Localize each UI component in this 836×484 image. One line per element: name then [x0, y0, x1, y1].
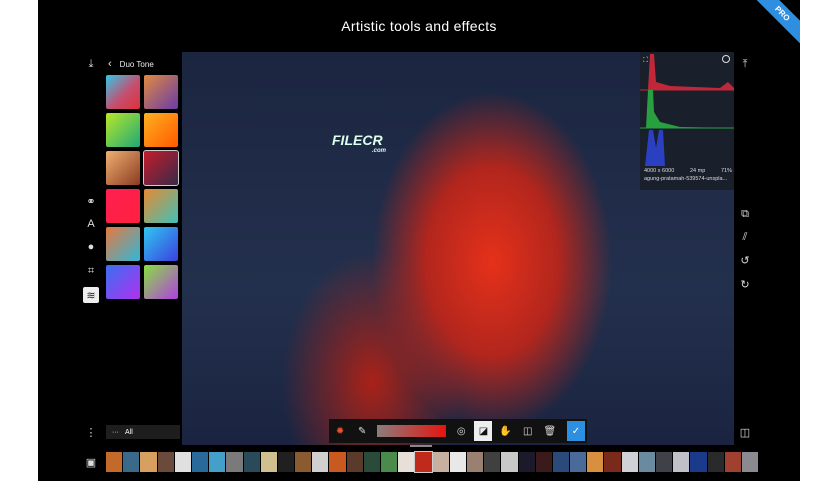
trash-icon[interactable]: 🗑 — [541, 421, 559, 441]
film-thumbnail[interactable] — [106, 452, 123, 472]
film-thumbnail[interactable] — [552, 452, 570, 472]
drag-handle[interactable] — [410, 445, 432, 447]
mask-icon[interactable]: ● — [84, 240, 98, 254]
histogram-blue — [645, 130, 665, 166]
brush-icon[interactable]: ✎ — [353, 421, 371, 441]
text-icon[interactable]: A — [84, 217, 98, 231]
mirror-icon[interactable]: ◫ — [519, 421, 537, 441]
filter-label: All — [125, 428, 133, 436]
film-thumbnail[interactable] — [398, 452, 415, 472]
split-view-icon[interactable]: ◫ — [738, 425, 752, 439]
filmstrip — [106, 451, 759, 473]
film-thumbnail[interactable] — [432, 452, 449, 472]
film-thumbnail[interactable] — [363, 452, 380, 472]
download-icon[interactable]: ⤓ — [84, 57, 98, 71]
preset-swatch[interactable] — [144, 265, 178, 299]
blend-icon[interactable]: ⚭ — [84, 194, 98, 208]
film-thumbnail[interactable] — [707, 452, 724, 472]
film-thumbnail[interactable] — [174, 452, 191, 472]
crop-icon[interactable]: ⌗ — [84, 264, 98, 278]
preset-swatch[interactable] — [144, 113, 178, 147]
histogram-red — [648, 54, 734, 90]
film-thumbnail[interactable] — [570, 452, 587, 472]
duo-tone-presets — [106, 75, 179, 299]
film-thumbnail[interactable] — [535, 452, 552, 472]
expand-icon: ⛶ — [643, 56, 648, 64]
film-thumbnail[interactable] — [226, 452, 243, 472]
histogram-panel: ⛶ 4000 x 6000 24 mp 71% agung-pratamah-539… — [640, 52, 734, 190]
hand-icon[interactable]: ✋ — [496, 421, 514, 441]
preset-swatch[interactable] — [106, 75, 140, 109]
film-thumbnail[interactable] — [329, 452, 346, 472]
film-thumbnail[interactable] — [604, 452, 621, 472]
panel-title: Duo Tone — [119, 59, 154, 69]
page-title: Artistic tools and effects — [341, 18, 497, 34]
preset-swatch[interactable] — [106, 227, 140, 261]
more-dots-icon: ··· — [112, 428, 119, 436]
film-thumbnail[interactable] — [690, 452, 707, 472]
film-thumbnail[interactable] — [346, 452, 363, 472]
film-thumbnail[interactable] — [414, 451, 433, 473]
film-thumbnail[interactable] — [466, 452, 484, 472]
hatch-icon[interactable]: ⫽ — [738, 230, 752, 244]
intensity-slider[interactable] — [377, 425, 447, 437]
film-thumbnail[interactable] — [484, 452, 501, 472]
info-icon — [722, 55, 730, 63]
invert-icon[interactable]: ◪ — [474, 421, 493, 441]
film-thumbnail[interactable] — [621, 452, 638, 472]
preset-swatch[interactable] — [106, 189, 140, 223]
film-thumbnail[interactable] — [673, 452, 690, 472]
apply-button[interactable]: ✓ — [566, 421, 586, 441]
film-thumbnail[interactable] — [140, 452, 157, 472]
preset-swatch[interactable] — [144, 75, 178, 109]
filename: agung-pratamah-539574-unspla... — [644, 176, 728, 182]
layers-icon[interactable]: ≋ — [83, 287, 99, 303]
share-icon[interactable]: ⤒ — [738, 57, 752, 71]
panel-header: ‹ Duo Tone — [108, 58, 154, 70]
film-thumbnail[interactable] — [295, 452, 312, 472]
film-thumbnail[interactable] — [191, 452, 209, 472]
more-icon[interactable]: ⋮ — [84, 425, 98, 439]
film-thumbnail[interactable] — [638, 452, 655, 472]
preset-swatch[interactable] — [144, 189, 178, 223]
color-icon[interactable]: ✹ — [331, 421, 349, 441]
film-thumbnail[interactable] — [277, 452, 295, 472]
preset-swatch[interactable] — [144, 227, 178, 261]
film-thumbnail[interactable] — [724, 452, 741, 472]
film-thumbnail[interactable] — [381, 452, 398, 472]
histogram-green — [646, 90, 734, 128]
film-thumbnail[interactable] — [243, 452, 260, 472]
app-window: Artistic tools and effects PRO ⤓ ⚭ A ● ⌗… — [38, 0, 800, 481]
image-info: 4000 x 6000 24 mp 71% — [644, 168, 732, 174]
filter-dropdown[interactable]: ··· All — [106, 425, 180, 439]
film-thumbnail[interactable] — [741, 452, 759, 472]
gallery-icon[interactable]: ▣ — [84, 455, 98, 469]
film-thumbnail[interactable] — [449, 452, 466, 472]
film-thumbnail[interactable] — [260, 452, 277, 472]
preset-swatch[interactable] — [143, 150, 179, 186]
film-thumbnail[interactable] — [501, 452, 518, 472]
target-icon[interactable]: ◎ — [452, 421, 470, 441]
film-thumbnail[interactable] — [656, 452, 673, 472]
film-thumbnail[interactable] — [157, 452, 174, 472]
preset-swatch[interactable] — [106, 113, 140, 147]
brush-toolbar: ✹ ✎ ◎ ◪ ✋ ◫ 🗑 ✓ — [329, 419, 587, 443]
preset-swatch[interactable] — [106, 151, 140, 185]
film-thumbnail[interactable] — [587, 452, 604, 472]
film-thumbnail[interactable] — [123, 452, 140, 472]
film-thumbnail[interactable] — [518, 452, 535, 472]
film-thumbnail[interactable] — [312, 452, 329, 472]
watermark-logo: FILECR .com — [332, 132, 387, 154]
compare-icon[interactable]: ⧉ — [738, 207, 752, 221]
preset-swatch[interactable] — [106, 265, 140, 299]
undo-icon[interactable]: ↻ — [738, 277, 752, 291]
history-icon[interactable]: ↺ — [738, 253, 752, 267]
film-thumbnail[interactable] — [209, 452, 226, 472]
back-icon[interactable]: ‹ — [108, 58, 112, 70]
